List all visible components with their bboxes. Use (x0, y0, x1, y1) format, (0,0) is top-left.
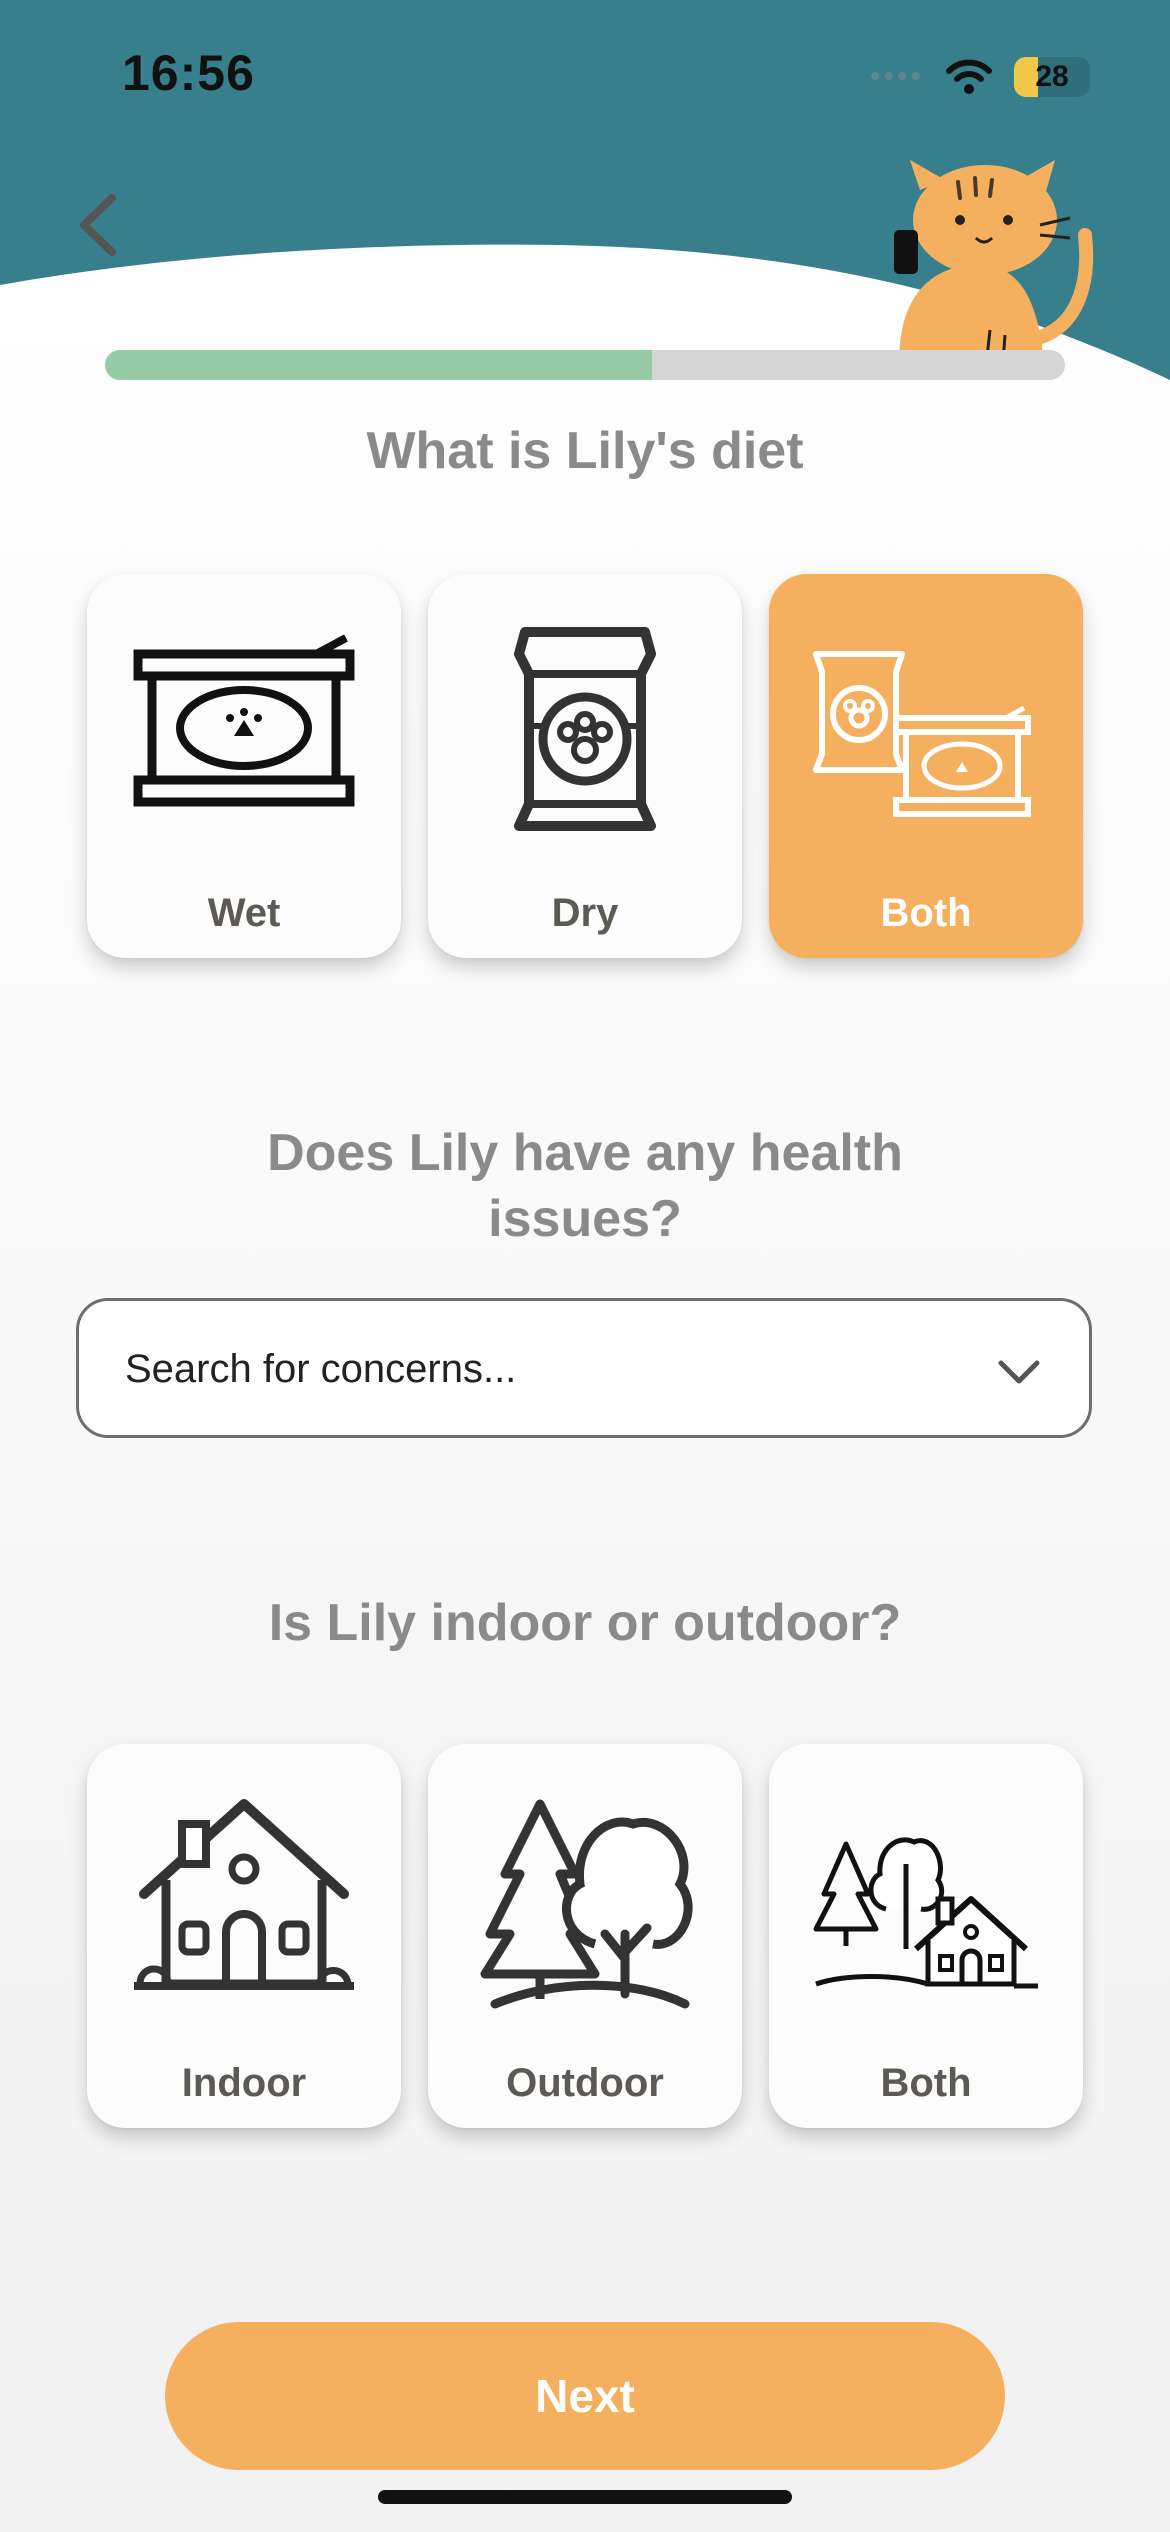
environment-options: Indoor Outdoor Both (87, 1744, 1083, 2128)
house-icon (134, 1799, 354, 1990)
progress-bar (105, 350, 1065, 380)
house-and-trees-icon (813, 1837, 1038, 1989)
diet-option-wet[interactable]: Wet (87, 574, 401, 958)
wet-and-dry-food-icon (813, 651, 1031, 817)
diet-option-label: Dry (551, 891, 619, 935)
diet-options: Wet Dry Both (87, 574, 1083, 958)
environment-option-indoor[interactable]: Indoor (87, 1744, 401, 2128)
trees-icon (480, 1799, 693, 2009)
battery-icon: 28 (1014, 57, 1090, 97)
battery-level: 28 (1035, 60, 1069, 93)
environment-option-label: Indoor (181, 2061, 307, 2105)
environment-question: Is Lily indoor or outdoor? (268, 1594, 902, 1652)
environment-option-label: Outdoor (506, 2061, 664, 2105)
diet-option-both[interactable]: Both (769, 574, 1083, 958)
diet-option-label: Both (880, 891, 972, 935)
search-placeholder: Search for concerns... (125, 1347, 517, 1391)
environment-option-outdoor[interactable]: Outdoor (428, 1744, 742, 2128)
dry-food-bag-icon (514, 627, 656, 831)
cellular-icon: •••• (869, 60, 924, 93)
status-icons: •••• 28 (870, 52, 1090, 102)
chevron-down-icon (998, 1360, 1040, 1384)
health-question: Does Lily have any health issues? (267, 1124, 903, 1248)
wet-food-can-icon (133, 634, 355, 807)
health-search-dropdown[interactable]: Search for concerns... (76, 1298, 1092, 1438)
environment-option-label: Both (880, 2061, 972, 2105)
diet-option-dry[interactable]: Dry (428, 574, 742, 958)
environment-option-both[interactable]: Both (769, 1744, 1083, 2128)
chevron-left-icon (80, 194, 116, 256)
next-button[interactable]: Next (165, 2322, 1005, 2470)
progress-fill (105, 350, 653, 380)
diet-option-label: Wet (207, 891, 281, 935)
diet-question: What is Lily's diet (366, 422, 804, 480)
wifi-icon (946, 59, 992, 94)
back-button[interactable] (72, 190, 132, 260)
home-indicator (378, 2490, 792, 2504)
status-time: 16:56 (122, 45, 255, 101)
